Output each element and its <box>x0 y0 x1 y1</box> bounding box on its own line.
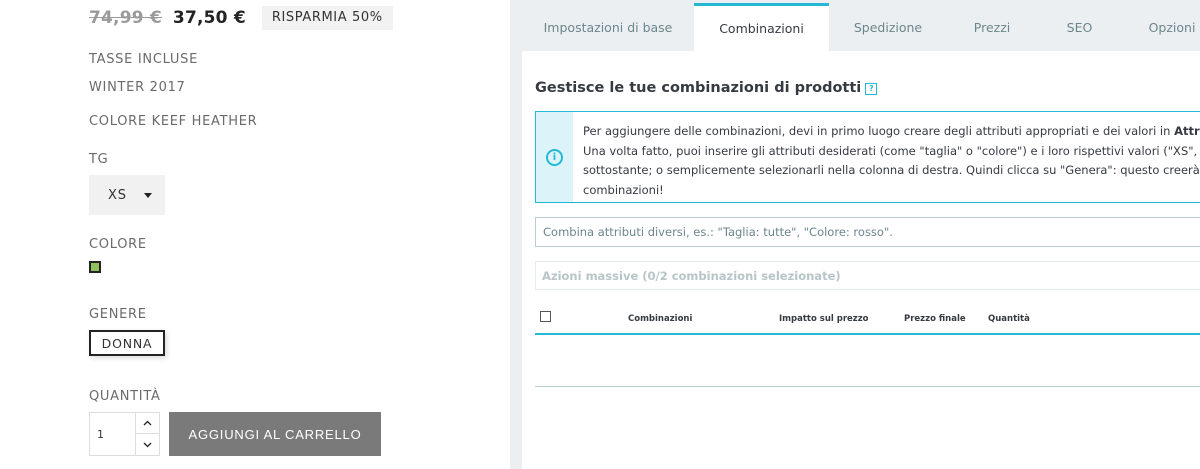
info-line-1: Per aggiungere delle combinazioni, devi … <box>583 124 1175 138</box>
combination-input[interactable]: Combina attributi diversi, es.: "Taglia:… <box>535 217 1200 247</box>
info-line-3: sottostante; o semplicemente selezionarl… <box>583 163 1200 177</box>
info-strip: i <box>536 112 573 202</box>
tab-combinazioni[interactable]: Combinazioni <box>694 3 829 51</box>
quantity-label: QUANTITÀ <box>89 389 161 404</box>
info-line-4: combinazioni! <box>583 182 664 197</box>
color-label: COLORE <box>89 237 147 252</box>
help-icon[interactable]: ? <box>865 83 878 95</box>
admin-panel: Impostazioni di base Combinazioni Spediz… <box>522 0 1200 469</box>
info-alert: i Per aggiungere delle combinazioni, dev… <box>535 111 1200 203</box>
bulk-actions-dropdown[interactable]: Azioni massive (0/2 combinazioni selezio… <box>535 261 1200 290</box>
quantity-stepper <box>89 412 160 456</box>
tab-bar: Impostazioni di base Combinazioni Spediz… <box>522 0 1200 51</box>
current-price: 37,50 € <box>172 8 246 28</box>
tab-seo[interactable]: SEO <box>1037 4 1122 51</box>
info-text: Per aggiungere delle combinazioni, devi … <box>583 122 1200 200</box>
price-row: 74,99 € 37,50 € RISPARMIA 50% <box>89 6 393 30</box>
discount-badge: RISPARMIA 50% <box>261 6 393 30</box>
column-quantita: Quantità <box>988 314 1030 324</box>
info-line-2: Una volta fatto, puoi inserire gli attri… <box>583 143 1200 158</box>
combinations-table-header: Combinazioni Impatto sul prezzo Prezzo f… <box>535 305 1200 335</box>
tab-prezzi[interactable]: Prezzi <box>947 4 1037 51</box>
tax-note: TASSE INCLUSE <box>89 52 198 67</box>
gender-label: GENERE <box>89 307 147 322</box>
size-value: XS <box>108 187 127 203</box>
old-price: 74,99 € <box>89 8 162 28</box>
select-all-checkbox[interactable] <box>540 311 551 322</box>
section-title: Gestisce le tue combinazioni di prodotti… <box>535 80 878 96</box>
tab-impostazioni-di-base[interactable]: Impostazioni di base <box>522 4 694 51</box>
info-icon: i <box>546 148 563 166</box>
product-season: WINTER 2017 <box>89 80 186 95</box>
size-label: TG <box>89 152 109 167</box>
column-prezzo-finale: Prezzo finale <box>904 314 966 324</box>
section-title-text: Gestisce le tue combinazioni di prodotti <box>535 80 862 96</box>
quantity-decrease-icon[interactable] <box>135 434 159 455</box>
product-panel: 74,99 € 37,50 € RISPARMIA 50% TASSE INCL… <box>0 0 510 469</box>
size-select[interactable]: XS <box>89 175 165 215</box>
column-combinazioni: Combinazioni <box>628 314 693 324</box>
product-color-name: COLORE KEEF HEATHER <box>89 114 258 129</box>
tab-opzioni[interactable]: Opzioni <box>1122 4 1200 51</box>
quantity-increase-icon[interactable] <box>135 413 159 434</box>
caret-down-icon <box>144 193 152 198</box>
add-to-cart-button[interactable]: AGGIUNGI AL CARRELLO <box>169 412 381 456</box>
tab-spedizione[interactable]: Spedizione <box>829 4 947 51</box>
info-line-1-bold: Attributi e <box>1174 124 1200 138</box>
gender-option-donna[interactable]: DONNA <box>89 330 165 356</box>
table-bottom-border <box>535 386 1200 387</box>
color-swatch[interactable] <box>89 261 101 273</box>
panel-divider <box>510 0 522 469</box>
column-impatto-prezzo: Impatto sul prezzo <box>779 314 869 324</box>
quantity-input[interactable] <box>90 413 136 455</box>
